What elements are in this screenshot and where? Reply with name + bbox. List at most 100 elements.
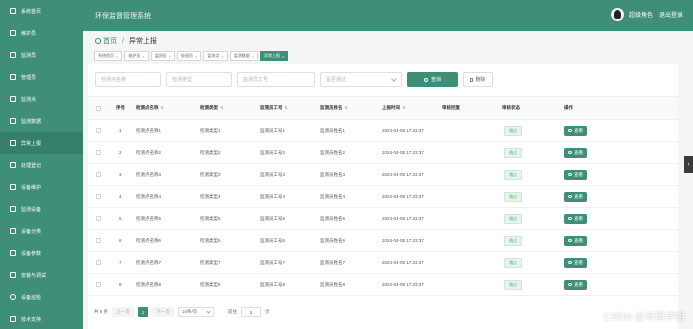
close-icon[interactable]: × [169, 54, 171, 59]
close-icon[interactable]: × [195, 54, 197, 59]
column-header[interactable]: 监测员工号 ⇅ [260, 105, 288, 111]
tab[interactable]: 维护员 × [124, 51, 149, 61]
search-icon [423, 77, 428, 82]
view-button[interactable]: 查看 [564, 169, 587, 180]
sidebar-item[interactable]: 监测员 [0, 44, 83, 66]
sidebar-item[interactable]: 维护员 [0, 22, 83, 44]
cell-staff-name: 监测员姓名3 [320, 171, 346, 177]
row-checkbox[interactable] [96, 172, 101, 177]
tab[interactable]: 系统首页 × [94, 51, 123, 61]
point-name-input[interactable]: 检测点名称 [95, 72, 161, 87]
close-icon[interactable]: × [116, 54, 118, 59]
view-button[interactable]: 查看 [564, 279, 587, 290]
cell-staff-no: 监测员工号5 [260, 215, 286, 221]
tab[interactable]: 处理员 × [177, 51, 202, 61]
sidebar-item[interactable]: 技术支持 [0, 308, 83, 329]
row-checkbox[interactable] [96, 150, 101, 155]
sidebar-item[interactable]: 设备参数 [0, 242, 83, 264]
tab[interactable]: 监测数据 × [229, 51, 259, 61]
sidebar-item[interactable]: 安装与调试 [0, 264, 83, 286]
sidebar-item[interactable]: 监测数据 [0, 110, 83, 132]
data-table: 序号 检测点名称 ⇅ 检测类型 ⇅ 监测员工号 ⇅ 监测员姓名 ⇅ 上报时间 ⇅ 审核回复 审核状态 操作… [88, 96, 678, 296]
column-header: 序号 [116, 105, 125, 111]
page-number-current[interactable]: 1 [138, 307, 149, 317]
column-header[interactable]: 上报时间 ⇅ [382, 105, 405, 111]
goto-label: 前往 [228, 309, 238, 314]
breadcrumb-home[interactable]: 首页 [103, 36, 117, 46]
cell-no: 8 [119, 282, 122, 287]
view-button[interactable]: 查看 [564, 213, 587, 224]
view-button-label: 查看 [574, 237, 583, 243]
sidebar-item-label: 监测设备 [21, 206, 42, 213]
logout-link[interactable]: 退出登录 [659, 10, 683, 19]
cell-staff-name: 监测员姓名6 [320, 237, 346, 243]
close-icon[interactable]: × [282, 54, 284, 59]
cell-type: 检测类型1 [200, 127, 221, 133]
row-checkbox[interactable] [96, 260, 101, 265]
staff-no-input[interactable]: 监测员工号 [237, 72, 315, 87]
select-all-checkbox[interactable] [96, 105, 101, 111]
tab[interactable]: 监测点 × [203, 51, 228, 61]
close-icon[interactable]: × [142, 54, 144, 59]
sort-icon[interactable]: ⇅ [402, 105, 405, 110]
watermark: CSDN @辛雨学姐 [603, 312, 685, 323]
sidebar-item[interactable]: 设备巡检 [0, 286, 83, 308]
row-checkbox[interactable] [96, 216, 101, 221]
sort-icon[interactable]: ⇅ [345, 105, 348, 110]
sort-icon[interactable]: ⇅ [220, 105, 223, 110]
table-header: 序号 检测点名称 ⇅ 检测类型 ⇅ 监测员工号 ⇅ 监测员姓名 ⇅ 上报时间 ⇅ 审核回复 审核状态 操作 [88, 96, 678, 120]
sidebar-item[interactable]: 管理员 [0, 66, 83, 88]
cell-no: 4 [119, 194, 122, 199]
device-icon [10, 206, 16, 212]
sidebar-item[interactable]: 异常上报 [0, 132, 83, 154]
close-icon[interactable]: × [252, 54, 254, 59]
delete-button[interactable]: 删除 [463, 72, 493, 87]
row-checkbox[interactable] [96, 194, 101, 199]
goto-page-input[interactable]: 1 [241, 307, 262, 317]
avatar[interactable] [610, 8, 624, 21]
user-role-label[interactable]: 超级角色 [629, 10, 653, 19]
view-button[interactable]: 查看 [564, 125, 587, 136]
type-input[interactable]: 检测类型 [166, 72, 232, 87]
page-size-select[interactable]: 10条/页 [178, 307, 215, 317]
close-icon[interactable]: × [221, 54, 223, 59]
staff-no-placeholder: 监测员工号 [243, 77, 269, 83]
column-header[interactable]: 审核状态 [502, 105, 520, 111]
collapse-handle[interactable]: ‹ [684, 156, 693, 173]
cell-point: 检测点名称8 [136, 281, 162, 287]
sidebar-item[interactable]: 监测设备 [0, 198, 83, 220]
cell-type: 检测类型4 [200, 193, 221, 199]
sidebar-item[interactable]: 系统首页 [0, 0, 83, 22]
tab[interactable]: 异常上报 × [260, 51, 289, 61]
column-header[interactable]: 检测类型 ⇅ [200, 105, 223, 111]
warning-icon [10, 140, 16, 146]
column-header[interactable]: 审核回复 [442, 105, 460, 111]
view-button[interactable]: 查看 [564, 191, 587, 202]
sort-icon[interactable]: ⇅ [161, 105, 164, 110]
next-page-button[interactable]: 下一页 [152, 307, 175, 317]
row-checkbox[interactable] [96, 282, 101, 287]
row-checkbox[interactable] [96, 128, 101, 133]
row-checkbox[interactable] [96, 238, 101, 243]
view-button[interactable]: 查看 [564, 257, 587, 268]
cell-no: 2 [119, 150, 122, 155]
sidebar: 系统首页 维护员 监测员管理员监测点 监测数据 异常上报 处理登记 设备维护监测设备设备分类… [0, 0, 83, 329]
view-button[interactable]: 查看 [564, 235, 587, 246]
pass-select[interactable]: 是否通过 [320, 72, 402, 87]
sidebar-item[interactable]: 设备维护 [0, 176, 83, 198]
sidebar-item[interactable]: 监测点 [0, 88, 83, 110]
cell-staff-no: 监测员工号7 [260, 259, 286, 265]
cell-time: 2024-04-08 17:23:37 [382, 282, 424, 287]
table-row: 7 检测点名称7 检测类型7 监测员工号7 监测员姓名7 2024-04-08 17:23… [88, 252, 678, 274]
prev-page-button[interactable]: 上一页 [112, 307, 135, 317]
sidebar-item[interactable]: 设备分类 [0, 220, 83, 242]
sidebar-item[interactable]: 处理登记 [0, 154, 83, 176]
search-button[interactable]: 查询 [407, 72, 458, 87]
view-button[interactable]: 查看 [564, 147, 587, 158]
trash-icon [470, 77, 474, 82]
sidebar-item-label: 管理员 [21, 74, 37, 81]
column-header[interactable]: 监测员姓名 ⇅ [320, 105, 348, 111]
column-header[interactable]: 检测点名称 ⇅ [136, 105, 164, 111]
tab[interactable]: 监测员 × [150, 51, 176, 61]
sort-icon[interactable]: ⇅ [285, 105, 288, 110]
